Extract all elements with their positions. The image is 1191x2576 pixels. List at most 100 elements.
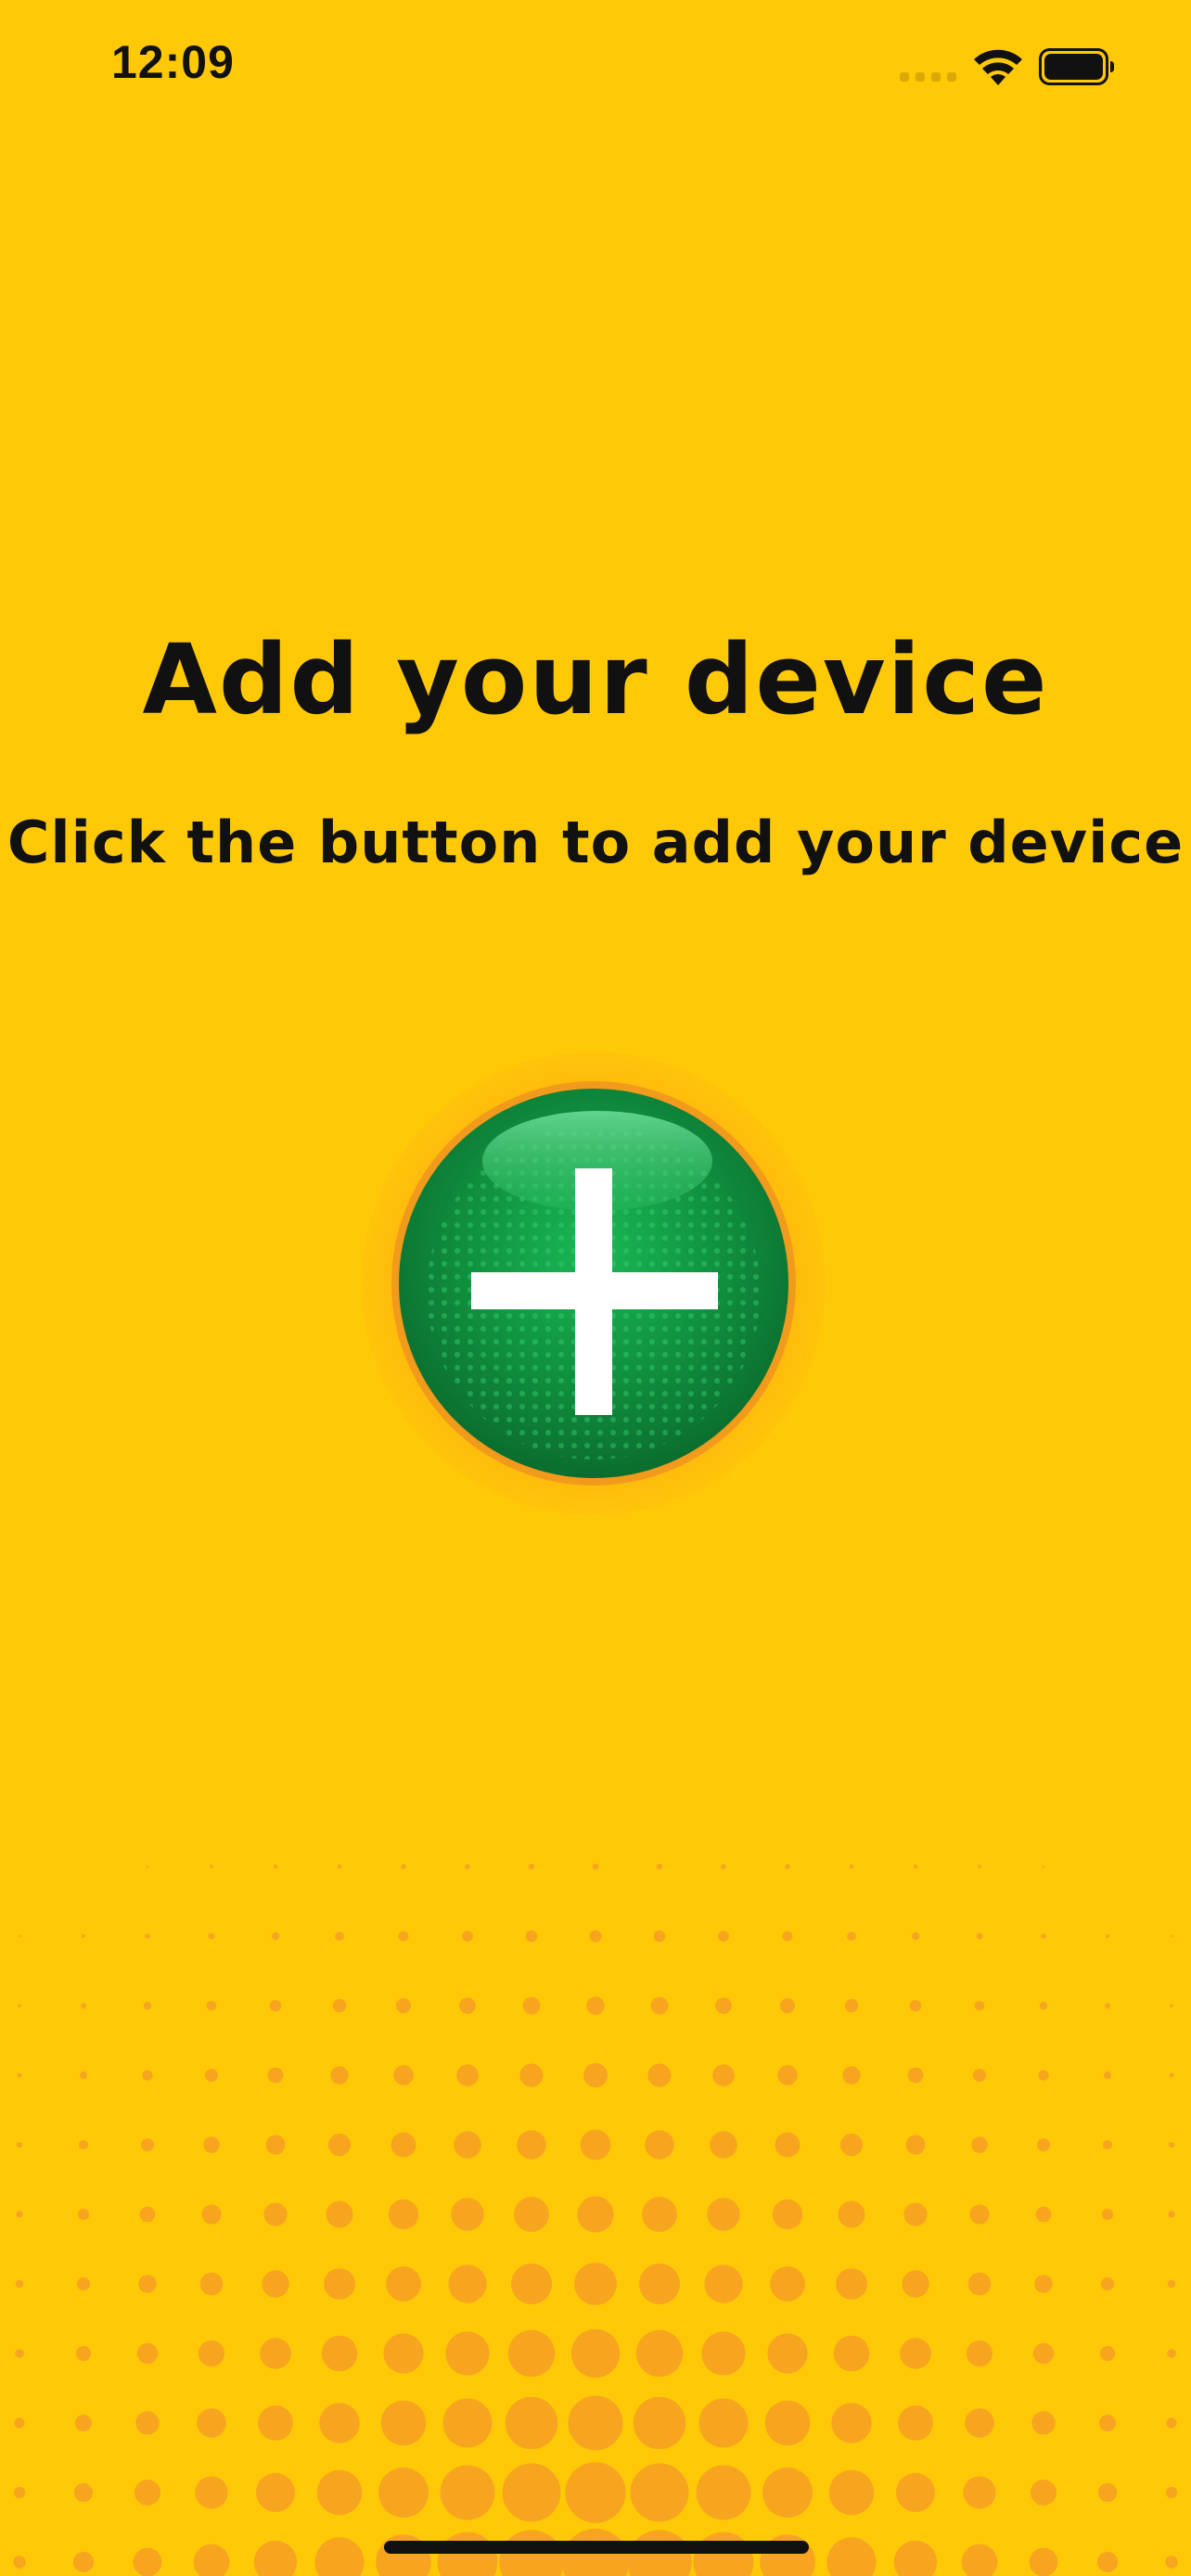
halftone-dot: [966, 2340, 993, 2367]
halftone-dot: [764, 2400, 811, 2446]
halftone-dot: [528, 1863, 535, 1870]
halftone-dot: [378, 2468, 429, 2518]
halftone-dot: [1099, 2345, 1116, 2362]
halftone-dot: [589, 1930, 602, 1943]
halftone-dot: [1096, 2551, 1119, 2573]
halftone-dot: [1029, 2547, 1058, 2576]
halftone-dot: [210, 1865, 213, 1868]
halftone-dot: [256, 2473, 295, 2512]
halftone-dot: [839, 2133, 864, 2157]
halftone-dot: [1042, 1865, 1045, 1868]
halftone-dot: [198, 2340, 225, 2367]
halftone-dot: [330, 2066, 349, 2085]
halftone-dot: [456, 2064, 479, 2086]
halftone-dot: [82, 1934, 85, 1938]
halftone-dot: [465, 1864, 470, 1869]
halftone-dot: [133, 2547, 162, 2576]
halftone-dot: [704, 2264, 743, 2303]
add-device-button[interactable]: [360, 1050, 827, 1517]
halftone-dot: [1165, 2556, 1178, 2569]
halftone-dot: [1170, 1934, 1173, 1938]
halftone-dot: [507, 2329, 556, 2378]
halftone-dot: [262, 2270, 289, 2298]
halftone-dot: [586, 1996, 605, 2015]
halftone-dot: [77, 2208, 90, 2221]
halftone-dot: [141, 2138, 154, 2151]
halftone-dot: [263, 2202, 288, 2226]
halftone-dot: [267, 2067, 284, 2084]
halftone-dot: [911, 1932, 920, 1941]
halftone-dot: [17, 2142, 22, 2148]
halftone-dot: [715, 1997, 732, 2014]
halftone-dot: [78, 2139, 89, 2150]
halftone-dot: [639, 2264, 680, 2304]
halftone-dot: [838, 2200, 865, 2228]
halftone-dot: [961, 2544, 998, 2576]
halftone-dot: [568, 2395, 623, 2451]
halftone-dot: [779, 1997, 796, 2014]
halftone-dot: [974, 2000, 985, 2011]
halftone-dot: [847, 1932, 856, 1941]
halftone-dot: [574, 2263, 617, 2305]
halftone-dot: [1106, 1934, 1109, 1938]
halftone-dot: [772, 2199, 803, 2230]
halftone-dot: [265, 2135, 286, 2155]
halftone-dot: [909, 1999, 922, 2012]
halftone-dot: [1097, 2482, 1118, 2503]
wifi-icon: [974, 49, 1022, 85]
halftone-dot: [517, 2130, 546, 2160]
halftone-dot: [577, 2196, 614, 2233]
halftone-dot: [1100, 2276, 1115, 2291]
halftone-dot: [973, 2069, 986, 2082]
halftone-dot: [842, 2066, 861, 2085]
halftone-dot: [913, 1864, 918, 1869]
halftone-dot: [445, 2331, 490, 2376]
halftone-dot: [893, 2540, 938, 2576]
halftone-dot: [965, 2408, 994, 2438]
halftone-dot: [206, 2000, 217, 2011]
halftone-dot: [978, 1865, 981, 1868]
halftone-dot: [785, 1864, 790, 1869]
halftone-dot: [273, 1864, 278, 1869]
halftone-dot: [448, 2264, 487, 2303]
halftone-dot: [967, 2272, 992, 2296]
halftone-dot: [145, 1933, 150, 1939]
halftone-dot: [17, 2072, 22, 2078]
halftone-dot: [13, 2486, 26, 2499]
halftone-dot: [337, 1864, 342, 1869]
halftone-dot: [332, 1998, 347, 2013]
halftone-dot: [583, 2062, 608, 2088]
halftone-dot: [269, 1999, 282, 2012]
halftone-dot: [1034, 2275, 1053, 2293]
halftone-dot: [630, 2463, 689, 2522]
halftone-dot: [701, 2331, 746, 2376]
halftone-dot: [836, 2268, 867, 2300]
halftone-dot: [645, 2130, 674, 2160]
halftone-dot: [203, 2136, 220, 2153]
halftone-dot: [260, 2338, 291, 2369]
halftone-dot: [1166, 2417, 1177, 2429]
halftone-dot: [1098, 2414, 1117, 2432]
halftone-dot: [903, 2202, 928, 2226]
halftone-dot: [195, 2476, 228, 2509]
halftone-dot: [522, 1996, 541, 2015]
halftone-dot: [502, 2463, 561, 2522]
halftone-dot: [1102, 2139, 1113, 2150]
halftone-dot: [462, 1931, 473, 1942]
halftone-dot: [81, 2003, 86, 2009]
halftone-dot: [767, 2333, 808, 2374]
halftone-dot: [72, 2551, 95, 2573]
page-title: Add your device: [142, 623, 1049, 736]
halftone-dot: [459, 1997, 476, 2014]
halftone-dot: [707, 2198, 740, 2231]
halftone-dot: [14, 2417, 25, 2429]
halftone-dot: [142, 2070, 153, 2081]
halftone-dot: [442, 2398, 493, 2448]
halftone-dot: [592, 1863, 599, 1870]
halftone-dot: [710, 2131, 737, 2159]
halftone-dot: [905, 2135, 926, 2155]
halftone-dot: [902, 2270, 929, 2298]
halftone-dot: [401, 1864, 406, 1869]
halftone-dot: [1037, 2138, 1050, 2151]
halftone-dot: [1167, 2349, 1176, 2358]
